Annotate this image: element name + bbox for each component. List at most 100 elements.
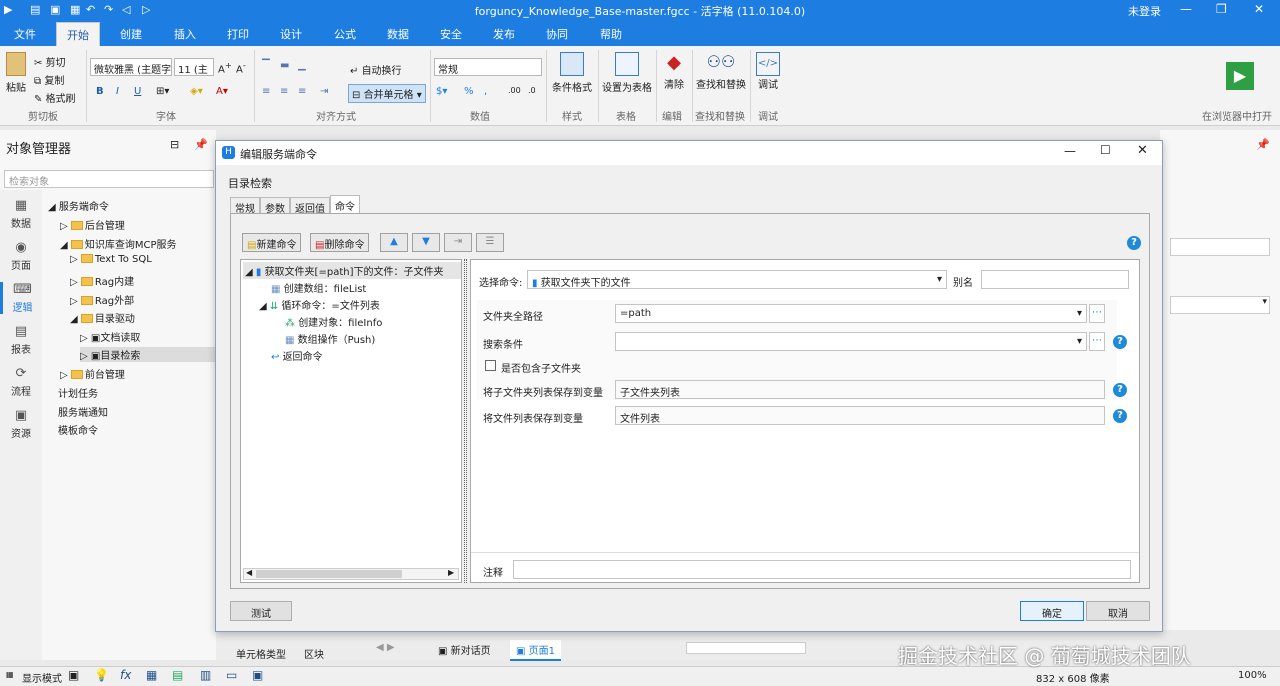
pin-icon[interactable]: 📌	[1256, 138, 1270, 151]
prev-tab-icon[interactable]: ◀ ▶	[376, 642, 395, 653]
rail-data[interactable]: ▦ 数据	[0, 198, 42, 230]
maximize-icon[interactable]: ❐	[1216, 2, 1227, 16]
scroll-right-icon[interactable]: ▶	[448, 568, 454, 577]
tree-item[interactable]: 服务端通知	[58, 404, 108, 419]
help-icon[interactable]: ?	[1113, 383, 1127, 397]
table-icon[interactable]: ▤	[172, 668, 183, 682]
splitter[interactable]	[464, 259, 467, 583]
page-tab-new-chat[interactable]: ▣ 新对话页	[438, 642, 491, 657]
rail-page[interactable]: ◉ 页面	[0, 240, 42, 272]
minimize-icon[interactable]: —	[1180, 2, 1192, 16]
tab-help[interactable]: 帮助	[600, 26, 622, 42]
tab-params[interactable]: 参数	[260, 197, 290, 215]
align-middle-icon[interactable]: ▬	[280, 60, 289, 71]
align-center-icon[interactable]: ≡	[280, 86, 288, 97]
horizontal-scrollbar[interactable]	[686, 642, 806, 654]
shrink-font-icon[interactable]: A-	[236, 60, 246, 75]
paste-button[interactable]: 粘贴	[6, 52, 26, 94]
font-color-icon[interactable]: A▾	[216, 86, 228, 97]
search-object-input[interactable]: 检索对象	[4, 170, 214, 188]
format-painter-button[interactable]: ✎ 格式刷	[34, 90, 76, 105]
scroll-left-icon[interactable]: ◀	[246, 568, 252, 577]
lightbulb-icon[interactable]: 💡	[94, 668, 109, 682]
indent-icon[interactable]: ⇥	[320, 86, 328, 97]
display-mode[interactable]: 显示模式	[22, 670, 62, 685]
comma-icon[interactable]: ,	[484, 86, 487, 97]
run-in-browser-icon[interactable]: ▶	[1226, 62, 1254, 90]
collapse-icon[interactable]: ⊟	[170, 138, 179, 151]
align-bottom-icon[interactable]: ▁	[298, 60, 306, 71]
select-command-dropdown[interactable]: ▮ 获取文件夹下的文件 ▾	[527, 270, 947, 289]
outdent-icon[interactable]: ☰	[476, 233, 504, 252]
decrease-decimal-icon[interactable]: .0	[528, 86, 536, 95]
window-icon[interactable]: ▭	[226, 668, 237, 682]
dialog-maximize-icon[interactable]: ☐	[1100, 143, 1111, 157]
property-field[interactable]	[1170, 238, 1270, 256]
open-in-browser-label[interactable]: 在浏览器中打开	[1202, 108, 1272, 123]
cut-button[interactable]: ✂ 剪切	[34, 54, 66, 69]
tab-return[interactable]: 返回值	[290, 197, 330, 215]
save-subfolders-input[interactable]: 子文件夹列表	[615, 380, 1105, 399]
fill-color-icon[interactable]: ◈▾	[190, 86, 203, 97]
new-command-button[interactable]: ▤新建命令	[242, 233, 302, 252]
command-item[interactable]: ↩ 返回命令	[271, 348, 323, 363]
tree-item[interactable]: ◢ 目录驱动	[70, 310, 135, 325]
tree-item[interactable]: ◢ 服务端命令	[48, 198, 109, 213]
command-item[interactable]: ◢ ⇊ 循环命令：=文件列表	[259, 297, 380, 312]
command-item-selected[interactable]: ◢ ▮ 获取文件夹[=path]下的文件：子文件夹	[243, 262, 461, 279]
terminal-icon[interactable]: ▣	[68, 668, 79, 682]
save-files-input[interactable]: 文件列表	[615, 406, 1105, 425]
cell-type-tab[interactable]: 单元格类型	[236, 646, 286, 661]
border-icon[interactable]: ⊞▾	[156, 86, 169, 97]
indent-icon[interactable]: ⇥	[444, 233, 472, 252]
tree-item[interactable]: ▷ 前台管理	[60, 366, 125, 381]
rail-report[interactable]: ▤ 报表	[0, 324, 42, 356]
formula-icon[interactable]: fx	[120, 668, 131, 682]
set-table-button[interactable]: 设置为表格	[602, 52, 652, 94]
tree-item[interactable]: 计划任务	[58, 385, 98, 400]
formula-editor-icon[interactable]: ⋯	[1089, 332, 1105, 351]
tab-general[interactable]: 常规	[230, 197, 260, 215]
zoom-level[interactable]: 100%	[1238, 670, 1267, 681]
underline-button[interactable]: U	[134, 86, 141, 97]
currency-icon[interactable]: $▾	[436, 86, 447, 97]
conditional-format-button[interactable]: 条件格式	[552, 52, 592, 94]
block-tab[interactable]: 区块	[304, 646, 324, 661]
help-icon[interactable]: ?	[1127, 236, 1141, 250]
tab-publish[interactable]: 发布	[493, 26, 515, 42]
include-subfolders-checkbox[interactable]	[485, 360, 496, 371]
font-size-select[interactable]: 11 (主	[174, 58, 214, 76]
note-input[interactable]	[513, 560, 1131, 579]
tree-item[interactable]: ◢ 知识库查询MCP服务	[60, 236, 177, 251]
move-up-icon[interactable]: ▲	[380, 233, 408, 252]
help-icon[interactable]: ?	[1113, 409, 1127, 423]
tree-item[interactable]: ▷ ▣文档读取	[80, 329, 140, 344]
increase-decimal-icon[interactable]: .00	[508, 86, 521, 95]
dialog-close-icon[interactable]: ✕	[1137, 143, 1148, 158]
command-item[interactable]: ⁂ 创建对象：fileInfo	[285, 314, 382, 329]
italic-button[interactable]: I	[116, 86, 119, 97]
tab-command[interactable]: 命令	[330, 195, 360, 214]
align-top-icon[interactable]: ▔	[262, 60, 270, 71]
tab-collab[interactable]: 协同	[546, 26, 568, 42]
dialog-minimize-icon[interactable]: —	[1064, 144, 1076, 158]
clear-button[interactable]: ◆ 清除	[662, 52, 686, 91]
pin-icon[interactable]: 📌	[194, 138, 208, 151]
tab-file[interactable]: 文件	[14, 26, 36, 42]
tree-item[interactable]: ▷ Rag内建	[70, 273, 134, 288]
find-replace-button[interactable]: ⚇⚇ 查找和替换	[696, 52, 746, 91]
test-button[interactable]: 测试	[230, 601, 292, 621]
formula-editor-icon[interactable]: ⋯	[1089, 304, 1105, 323]
tab-security[interactable]: 安全	[440, 26, 462, 42]
bold-button[interactable]: B	[96, 86, 104, 97]
tab-insert[interactable]: 插入	[174, 26, 196, 42]
search-condition-input[interactable]: ▾	[615, 332, 1087, 351]
move-down-icon[interactable]: ▼	[412, 233, 440, 252]
ok-button[interactable]: 确定	[1020, 601, 1084, 621]
number-format-select[interactable]: 常规	[434, 58, 542, 76]
debug-button[interactable]: </> 调试	[756, 52, 780, 91]
alias-input[interactable]	[981, 270, 1129, 289]
font-name-select[interactable]: 微软雅黑 (主题字	[90, 58, 172, 76]
align-left-icon[interactable]: ≡	[262, 86, 270, 97]
tree-item[interactable]: ▷ Text To SQL	[70, 254, 152, 265]
